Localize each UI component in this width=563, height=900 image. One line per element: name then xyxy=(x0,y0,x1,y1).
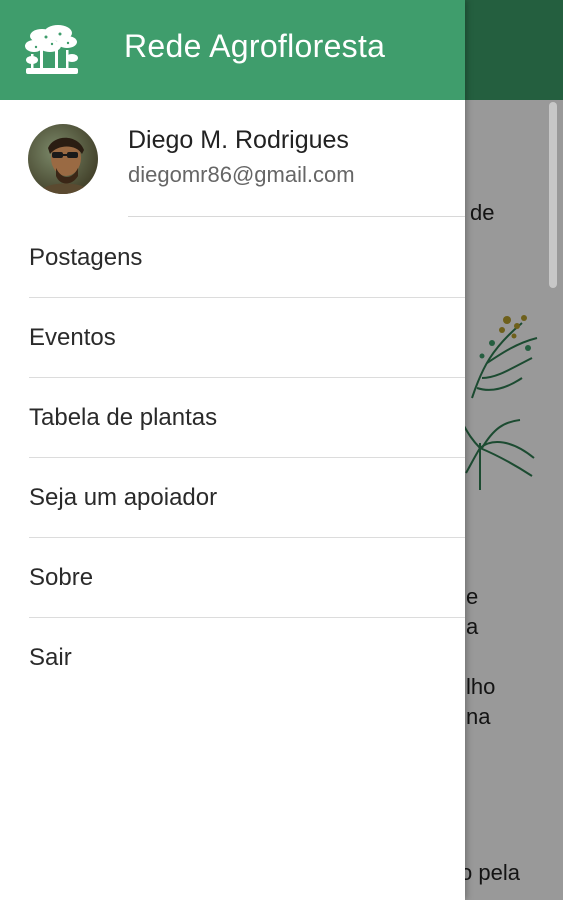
menu-item-label: Seja um apoiador xyxy=(29,484,218,511)
menu-item-seja-um-apoiador[interactable]: Seja um apoiador xyxy=(0,458,465,538)
menu-item-label: Sair xyxy=(29,644,72,671)
menu-item-label: Tabela de plantas xyxy=(29,404,218,431)
menu-item-sair[interactable]: Sair xyxy=(0,618,465,698)
menu-item-tabela-de-plantas[interactable]: Tabela de plantas xyxy=(0,378,465,458)
app-title: Rede Agrofloresta xyxy=(124,28,386,64)
drawer-header: Rede Agrofloresta xyxy=(0,0,465,100)
background-scrollbar xyxy=(549,102,557,288)
user-name: Diego M. Rodrigues xyxy=(128,126,349,154)
user-email: diegomr86@gmail.com xyxy=(128,162,355,187)
tree-logo-icon xyxy=(25,25,78,74)
menu-item-postagens[interactable]: Postagens xyxy=(0,218,465,298)
user-divider xyxy=(128,216,465,217)
menu-item-label: Postagens xyxy=(29,244,143,271)
drawer-menu: Postagens Eventos Tabela de plantas Seja… xyxy=(0,218,465,698)
menu-item-eventos[interactable]: Eventos xyxy=(0,298,465,378)
menu-item-sobre[interactable]: Sobre xyxy=(0,538,465,618)
avatar[interactable] xyxy=(28,124,98,194)
menu-item-label: Eventos xyxy=(29,324,116,351)
menu-item-label: Sobre xyxy=(29,564,94,591)
navigation-drawer: Rede Agrofloresta Diego M. Rodrigues die… xyxy=(0,0,465,900)
user-photo-icon xyxy=(28,124,98,194)
